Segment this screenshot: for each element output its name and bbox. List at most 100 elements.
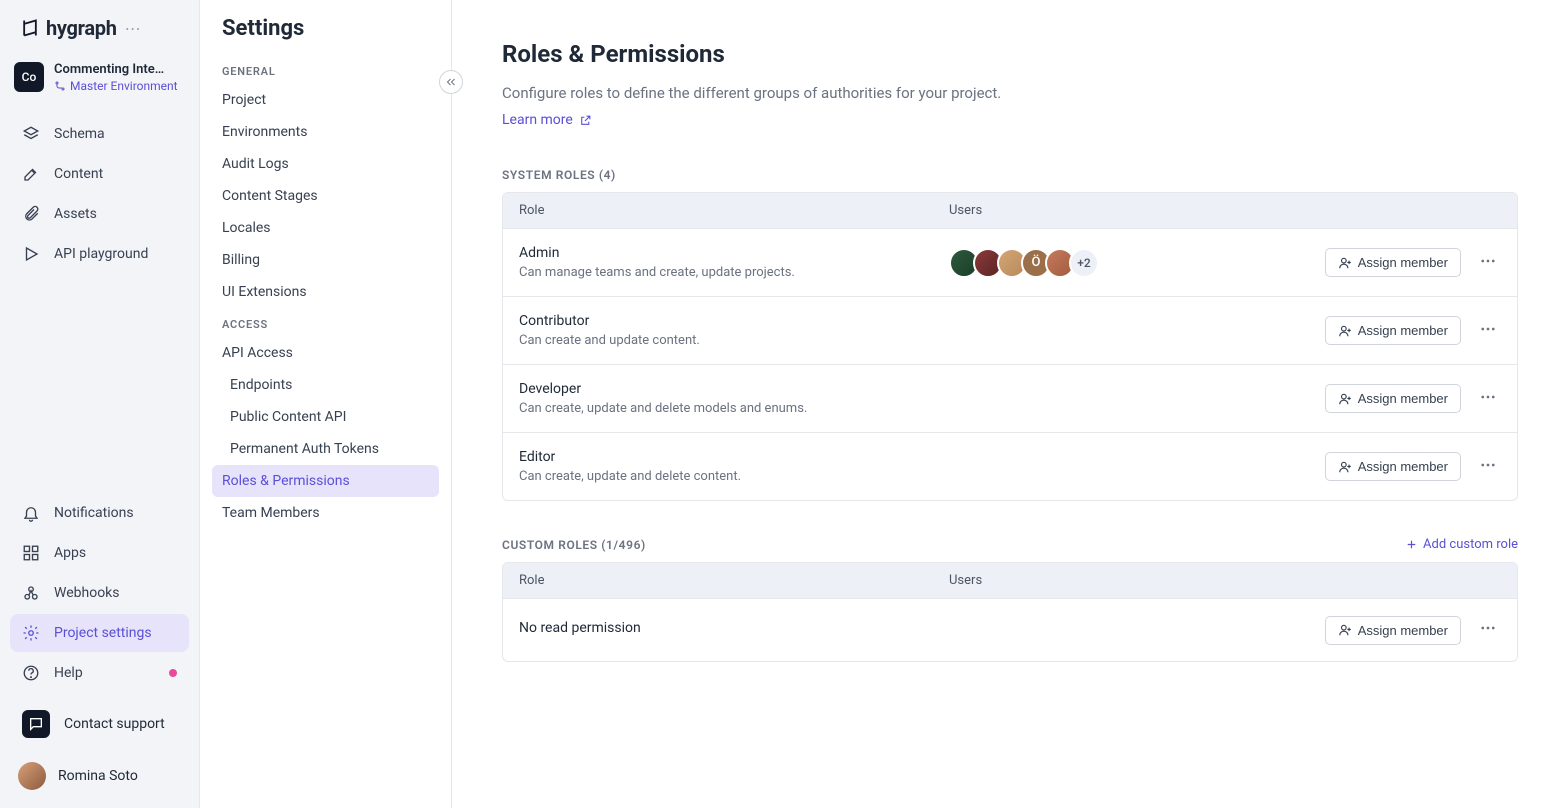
play-icon — [22, 245, 40, 263]
dots-horizontal-icon — [1479, 619, 1497, 637]
page-title: Roles & Permissions — [502, 40, 1518, 68]
grid-icon — [22, 544, 40, 562]
role-row-admin[interactable]: Admin Can manage teams and create, updat… — [503, 228, 1517, 296]
row-menu-button[interactable] — [1475, 316, 1501, 346]
assign-member-button[interactable]: Assign member — [1325, 248, 1461, 277]
role-description: Can create, update and delete content. — [519, 469, 949, 484]
project-name: Commenting Inte… — [54, 62, 178, 77]
nav-assets[interactable]: Assets — [10, 195, 189, 233]
assign-member-button[interactable]: Assign member — [1325, 316, 1461, 345]
dots-horizontal-icon — [1479, 320, 1497, 338]
settings-item-project[interactable]: Project — [212, 84, 439, 116]
main-sidebar: hygraph ⋯ Co Commenting Inte… Master Env… — [0, 0, 200, 808]
custom-roles-header: CUSTOM ROLES (1/496) — [502, 538, 646, 552]
nav-api-playground[interactable]: API playground — [10, 235, 189, 273]
page-description: Configure roles to define the different … — [502, 84, 1518, 102]
role-name: Developer — [519, 381, 949, 397]
role-row-custom[interactable]: No read permission Assign member — [503, 598, 1517, 661]
system-roles-header: SYSTEM ROLES (4) — [502, 168, 616, 182]
custom-roles-table: Role Users No read permission Assign mem… — [502, 562, 1518, 662]
settings-item-ui-extensions[interactable]: UI Extensions — [212, 276, 439, 308]
user-plus-icon — [1338, 392, 1352, 406]
bell-icon — [22, 504, 40, 522]
row-menu-button[interactable] — [1475, 452, 1501, 482]
role-description: Can manage teams and create, update proj… — [519, 265, 949, 280]
add-custom-role-button[interactable]: Add custom role — [1405, 537, 1518, 552]
nav-notifications[interactable]: Notifications — [10, 494, 189, 532]
role-row-developer[interactable]: Developer Can create, update and delete … — [503, 364, 1517, 432]
column-role: Role — [519, 573, 949, 588]
webhook-icon — [22, 584, 40, 602]
system-roles-table: Role Users Admin Can manage teams and cr… — [502, 192, 1518, 501]
project-selector[interactable]: Co Commenting Inte… Master Environment — [0, 52, 199, 107]
chat-icon — [22, 710, 50, 738]
avatar-overflow[interactable]: +2 — [1069, 248, 1099, 278]
settings-item-locales[interactable]: Locales — [212, 212, 439, 244]
user-avatars: Ö +2 — [949, 248, 1099, 278]
role-row-editor[interactable]: Editor Can create, update and delete con… — [503, 432, 1517, 500]
settings-item-billing[interactable]: Billing — [212, 244, 439, 276]
project-avatar: Co — [14, 62, 44, 92]
gear-icon — [22, 624, 40, 642]
user-plus-icon — [1338, 324, 1352, 338]
settings-item-team-members[interactable]: Team Members — [212, 497, 439, 529]
settings-title: Settings — [212, 16, 439, 55]
settings-item-permanent-auth-tokens[interactable]: Permanent Auth Tokens — [212, 433, 439, 465]
nav-help[interactable]: Help — [10, 654, 189, 692]
column-role: Role — [519, 203, 949, 218]
settings-item-endpoints[interactable]: Endpoints — [212, 369, 439, 401]
row-menu-button[interactable] — [1475, 615, 1501, 645]
settings-item-audit-logs[interactable]: Audit Logs — [212, 148, 439, 180]
brand-logo[interactable]: hygraph — [20, 16, 117, 40]
nav-project-settings[interactable]: Project settings — [10, 614, 189, 652]
branch-icon — [54, 80, 66, 92]
table-header: Role Users — [503, 563, 1517, 598]
settings-item-roles-permissions[interactable]: Roles & Permissions — [212, 465, 439, 497]
role-name: Contributor — [519, 313, 949, 329]
nav-apps[interactable]: Apps — [10, 534, 189, 572]
settings-item-environments[interactable]: Environments — [212, 116, 439, 148]
chevron-double-left-icon — [445, 76, 457, 88]
user-menu[interactable]: Romina Soto — [0, 754, 199, 798]
edit-icon — [22, 165, 40, 183]
settings-item-public-content-api[interactable]: Public Content API — [212, 401, 439, 433]
dots-horizontal-icon — [1479, 252, 1497, 270]
role-name: Editor — [519, 449, 949, 465]
column-users: Users — [949, 573, 1301, 588]
role-name: No read permission — [519, 620, 949, 636]
collapse-sidebar-button[interactable] — [439, 70, 463, 94]
nav-webhooks[interactable]: Webhooks — [10, 574, 189, 612]
assign-member-button[interactable]: Assign member — [1325, 616, 1461, 645]
role-row-contributor[interactable]: Contributor Can create and update conten… — [503, 296, 1517, 364]
role-name: Admin — [519, 245, 949, 261]
settings-item-content-stages[interactable]: Content Stages — [212, 180, 439, 212]
table-header: Role Users — [503, 193, 1517, 228]
role-description: Can create and update content. — [519, 333, 949, 348]
nav-schema[interactable]: Schema — [10, 115, 189, 153]
external-link-icon — [579, 114, 592, 127]
dots-horizontal-icon — [1479, 456, 1497, 474]
main-content: Roles & Permissions Configure roles to d… — [452, 0, 1568, 808]
row-menu-button[interactable] — [1475, 384, 1501, 414]
brand-menu-icon[interactable]: ⋯ — [125, 19, 141, 38]
column-users: Users — [949, 203, 1301, 218]
layers-icon — [22, 125, 40, 143]
project-environment: Master Environment — [54, 79, 178, 93]
assign-member-button[interactable]: Assign member — [1325, 452, 1461, 481]
paperclip-icon — [22, 205, 40, 223]
help-icon — [22, 664, 40, 682]
learn-more-link[interactable]: Learn more — [502, 112, 592, 128]
hygraph-logo-icon — [20, 18, 40, 38]
assign-member-button[interactable]: Assign member — [1325, 384, 1461, 413]
section-general-label: GENERAL — [212, 55, 439, 84]
nav-content[interactable]: Content — [10, 155, 189, 193]
dots-horizontal-icon — [1479, 388, 1497, 406]
user-name: Romina Soto — [58, 768, 138, 784]
user-plus-icon — [1338, 623, 1352, 637]
settings-sidebar: Settings GENERAL Project Environments Au… — [200, 0, 452, 808]
plus-icon — [1405, 538, 1418, 551]
settings-item-api-access[interactable]: API Access — [212, 337, 439, 369]
row-menu-button[interactable] — [1475, 248, 1501, 278]
user-plus-icon — [1338, 460, 1352, 474]
nav-contact-support[interactable]: Contact support — [10, 700, 189, 748]
